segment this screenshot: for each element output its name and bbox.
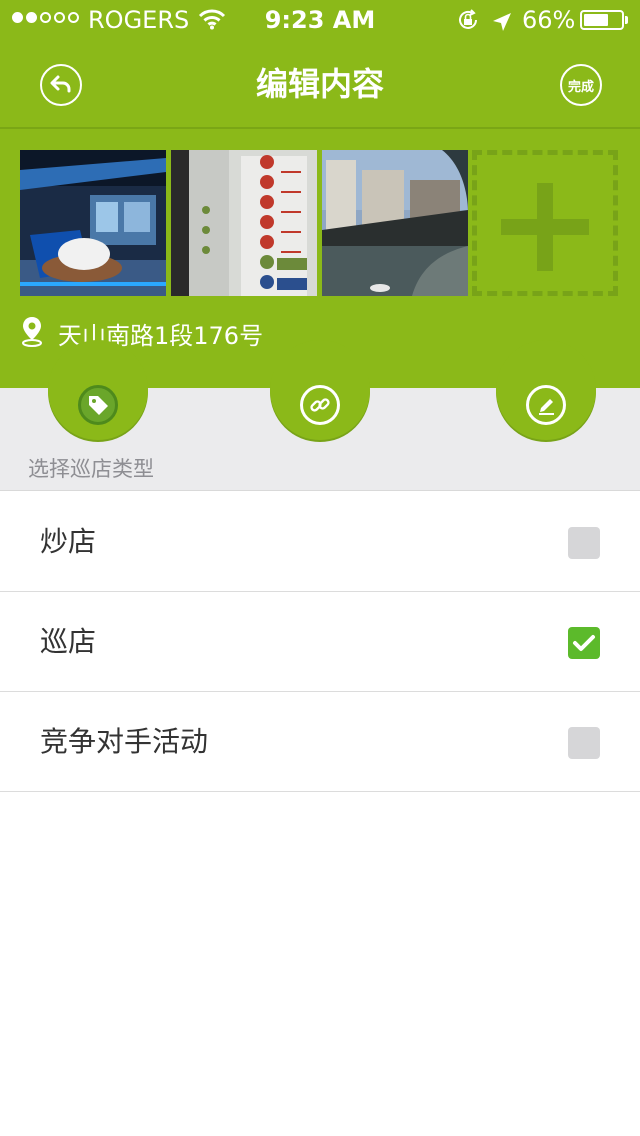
battery-percentage: 66% — [522, 6, 576, 34]
nav-bar: 编辑内容 完成 — [0, 40, 640, 128]
checkbox[interactable] — [568, 727, 600, 759]
rotation-lock-icon — [456, 8, 480, 38]
tag-icon — [78, 385, 118, 425]
checkbox-checked[interactable] — [568, 627, 600, 659]
location-arrow-icon — [492, 10, 512, 38]
tab-tag[interactable] — [48, 340, 148, 440]
section-label: 选择巡店类型 — [28, 457, 154, 481]
location-row: 天山南路1段176号 — [20, 316, 263, 350]
done-button[interactable]: 完成 — [560, 64, 602, 106]
option-label: 竞争对手活动 — [40, 725, 209, 758]
checkmark-icon — [573, 635, 595, 651]
checkbox[interactable] — [568, 527, 600, 559]
battery-icon — [580, 10, 624, 30]
add-photo-button[interactable] — [472, 150, 618, 296]
tab-edit[interactable] — [496, 340, 596, 440]
option-row-chaodian[interactable]: 炒店 — [0, 492, 640, 592]
option-label: 巡店 — [40, 625, 97, 658]
wayfinding-sign-photo[interactable] — [171, 150, 317, 296]
edit-icon — [526, 385, 566, 425]
location-pin-icon — [20, 315, 44, 351]
option-label: 炒店 — [40, 525, 97, 558]
option-row-xundian[interactable]: 巡店 — [0, 592, 640, 692]
option-row-competitor[interactable]: 竞争对手活动 — [0, 692, 640, 792]
done-button-label: 完成 — [567, 79, 594, 95]
exhibition-hall-photo[interactable] — [20, 150, 166, 296]
nav-divider — [0, 127, 640, 129]
page-title: 编辑内容 — [255, 65, 384, 103]
tab-link[interactable] — [270, 340, 370, 440]
modern-building-photo[interactable] — [322, 150, 468, 296]
link-icon — [300, 385, 340, 425]
status-bar: ROGERS 9:23 AM 66% — [0, 0, 640, 40]
